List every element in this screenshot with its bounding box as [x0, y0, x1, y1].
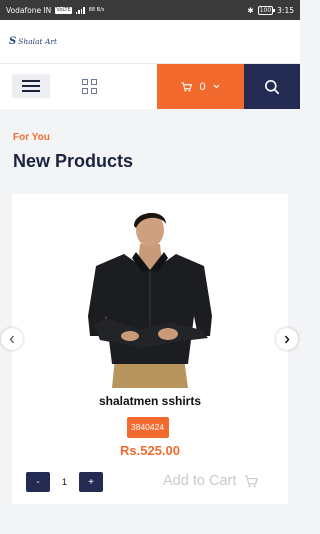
chevron-left-icon	[9, 335, 14, 343]
section-subtitle: For You	[13, 132, 50, 143]
logo-mark-icon: S	[9, 36, 17, 47]
cart-icon	[181, 81, 193, 92]
cart-button[interactable]: 0	[157, 64, 244, 109]
add-to-cart-label: Add to Cart	[163, 473, 237, 489]
status-left: Vodafone IN VoLTE 88 B/s	[6, 6, 247, 15]
product-name[interactable]: shalatmen sshirts	[12, 394, 288, 408]
battery-icon: 100	[257, 5, 276, 15]
grid-view-icon[interactable]	[82, 79, 97, 94]
battery-level: 100	[259, 6, 272, 14]
search-icon	[265, 79, 280, 94]
chevron-right-icon	[284, 335, 290, 343]
hamburger-icon-line	[22, 80, 40, 82]
nav-bar: 0	[0, 64, 300, 109]
status-bar: Vodafone IN VoLTE 88 B/s ✱ 100 3:15	[0, 0, 300, 20]
product-image[interactable]	[70, 206, 232, 388]
chevron-down-icon	[213, 84, 219, 89]
logo-text: Shalat Art	[18, 37, 57, 46]
menu-button[interactable]	[12, 74, 50, 98]
signal-icon	[75, 6, 85, 14]
cart-count: 0	[199, 80, 206, 93]
status-right: ✱ 100 3:15	[247, 5, 294, 15]
status-time: 3:15	[277, 5, 294, 15]
quantity-increase-button[interactable]: +	[79, 472, 103, 492]
volte-badge: VoLTE	[55, 6, 72, 14]
carrier-name: Vodafone IN	[6, 5, 52, 15]
product-card: shalatmen sshirts 3840424 Rs.525.00 - 1 …	[12, 194, 288, 504]
section-title: New Products	[13, 151, 134, 171]
hamburger-icon-line	[22, 85, 40, 87]
quantity-decrease-button[interactable]: -	[26, 472, 50, 492]
carousel-prev-button[interactable]	[1, 328, 23, 350]
network-speed: 88 B/s	[88, 6, 105, 13]
quantity-input[interactable]: 1	[50, 472, 79, 492]
product-price: Rs.525.00	[120, 443, 180, 458]
carousel-next-button[interactable]	[276, 328, 298, 350]
bluetooth-icon: ✱	[247, 5, 254, 15]
logo-header: S Shalat Art	[0, 20, 300, 64]
sku-badge: 3840424	[127, 417, 169, 438]
cart-icon	[244, 475, 259, 487]
site-logo[interactable]: S Shalat Art	[9, 36, 57, 47]
search-button[interactable]	[244, 64, 300, 109]
hamburger-icon-line	[22, 90, 40, 92]
add-to-cart-button[interactable]: Add to Cart	[163, 473, 259, 489]
